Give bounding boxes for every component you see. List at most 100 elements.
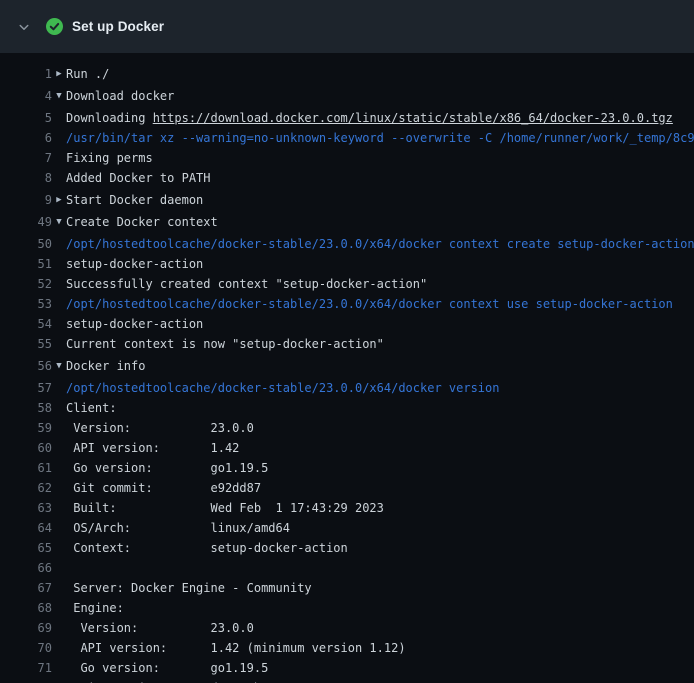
log-line: 5 Downloading https://download.docker.co…	[0, 108, 694, 128]
log-line: 66	[0, 558, 694, 578]
log-line: 67 Server: Docker Engine - Community	[0, 578, 694, 598]
line-number[interactable]: 50	[0, 234, 52, 254]
log-line: 50 /opt/hostedtoolcache/docker-stable/23…	[0, 234, 694, 254]
line-number[interactable]: 59	[0, 418, 52, 438]
log-line: 58 Client:	[0, 398, 694, 418]
line-number[interactable]: 69	[0, 618, 52, 638]
log-line: 8 Added Docker to PATH	[0, 168, 694, 188]
group-toggle-icon	[52, 638, 66, 658]
group-toggle-icon	[52, 274, 66, 294]
log-text: Create Docker context	[66, 212, 218, 232]
line-number[interactable]: 49	[0, 212, 52, 232]
group-toggle-icon	[52, 128, 66, 148]
chevron-down-icon[interactable]	[16, 19, 32, 35]
line-number[interactable]: 66	[0, 558, 52, 578]
group-toggle-icon	[52, 398, 66, 418]
log-line: 60 API version: 1.42	[0, 438, 694, 458]
log-text: OS/Arch: linux/amd64	[66, 518, 290, 538]
line-number[interactable]: 52	[0, 274, 52, 294]
log-text: Added Docker to PATH	[66, 168, 211, 188]
log-text: /opt/hostedtoolcache/docker-stable/23.0.…	[66, 294, 673, 314]
log-line: 65 Context: setup-docker-action	[0, 538, 694, 558]
group-toggle-icon	[52, 458, 66, 478]
line-number[interactable]: 63	[0, 498, 52, 518]
log-group-line[interactable]: 4 ▼ Download docker	[0, 86, 694, 106]
line-number[interactable]: 62	[0, 478, 52, 498]
group-toggle-icon	[52, 518, 66, 538]
log-text: Context: setup-docker-action	[66, 538, 348, 558]
log-text: /opt/hostedtoolcache/docker-stable/23.0.…	[66, 378, 499, 398]
group-toggle-icon	[52, 314, 66, 334]
log-line: 68 Engine:	[0, 598, 694, 618]
line-number[interactable]: 57	[0, 378, 52, 398]
log-text: Client:	[66, 398, 117, 418]
line-number[interactable]: 7	[0, 148, 52, 168]
group-toggle-icon	[52, 108, 66, 128]
log-text: API version: 1.42	[66, 438, 239, 458]
group-toggle-icon: ▼	[52, 356, 66, 376]
log-line: 61 Go version: go1.19.5	[0, 458, 694, 478]
log-text: setup-docker-action	[66, 254, 203, 274]
log-group-line[interactable]: 56 ▼ Docker info	[0, 356, 694, 376]
line-number[interactable]: 61	[0, 458, 52, 478]
group-toggle-icon	[52, 678, 66, 683]
log-line: 64 OS/Arch: linux/amd64	[0, 518, 694, 538]
log-text-prefix: Downloading	[66, 111, 153, 125]
log-text: Version: 23.0.0	[66, 418, 254, 438]
group-toggle-icon	[52, 168, 66, 188]
line-number[interactable]: 55	[0, 334, 52, 354]
group-toggle-icon	[52, 418, 66, 438]
log-group-line[interactable]: 9 ▶ Start Docker daemon	[0, 190, 694, 210]
log-text: Fixing perms	[66, 148, 153, 168]
group-toggle-icon	[52, 618, 66, 638]
line-number[interactable]: 56	[0, 356, 52, 376]
log-url-link[interactable]: https://download.docker.com/linux/static…	[153, 111, 673, 125]
line-number[interactable]: 5	[0, 108, 52, 128]
line-number[interactable]: 70	[0, 638, 52, 658]
line-number[interactable]: 54	[0, 314, 52, 334]
group-toggle-icon: ▼	[52, 212, 66, 232]
log-line: 63 Built: Wed Feb 1 17:43:29 2023	[0, 498, 694, 518]
group-toggle-icon	[52, 538, 66, 558]
line-number[interactable]: 60	[0, 438, 52, 458]
line-number[interactable]: 51	[0, 254, 52, 274]
log-line: 70 API version: 1.42 (minimum version 1.…	[0, 638, 694, 658]
group-toggle-icon	[52, 294, 66, 314]
log-text: Version: 23.0.0	[66, 618, 254, 638]
log-group-line[interactable]: 49 ▼ Create Docker context	[0, 212, 694, 232]
line-number[interactable]: 68	[0, 598, 52, 618]
group-toggle-icon	[52, 498, 66, 518]
log-group-line[interactable]: 1 ▶ Run ./	[0, 64, 694, 84]
log-text: API version: 1.42 (minimum version 1.12)	[66, 638, 406, 658]
log-text: Engine:	[66, 598, 124, 618]
line-number[interactable]: 58	[0, 398, 52, 418]
line-number[interactable]: 71	[0, 658, 52, 678]
group-toggle-icon	[52, 234, 66, 254]
log-text: Server: Docker Engine - Community	[66, 578, 312, 598]
line-number[interactable]: 4	[0, 86, 52, 106]
line-number[interactable]: 1	[0, 64, 52, 84]
log-text: Successfully created context "setup-dock…	[66, 274, 427, 294]
group-toggle-icon	[52, 598, 66, 618]
line-number[interactable]: 72	[0, 678, 52, 683]
line-number[interactable]: 65	[0, 538, 52, 558]
line-number[interactable]: 53	[0, 294, 52, 314]
line-number[interactable]: 9	[0, 190, 52, 210]
log-text: /opt/hostedtoolcache/docker-stable/23.0.…	[66, 234, 694, 254]
check-circle-icon	[46, 18, 63, 35]
log-text: Go version: go1.19.5	[66, 658, 268, 678]
line-number[interactable]: 8	[0, 168, 52, 188]
group-toggle-icon	[52, 254, 66, 274]
step-header[interactable]: Set up Docker	[0, 0, 694, 53]
log-text: Start Docker daemon	[66, 190, 203, 210]
group-toggle-icon: ▼	[52, 86, 66, 106]
line-number[interactable]: 64	[0, 518, 52, 538]
log-text: Current context is now "setup-docker-act…	[66, 334, 384, 354]
log-line: 62 Git commit: e92dd87	[0, 478, 694, 498]
line-number[interactable]: 67	[0, 578, 52, 598]
line-number[interactable]: 6	[0, 128, 52, 148]
log-line: 53 /opt/hostedtoolcache/docker-stable/23…	[0, 294, 694, 314]
log-text: Git commit: d7573ab	[66, 678, 261, 683]
log-text: /usr/bin/tar xz --warning=no-unknown-key…	[66, 128, 694, 148]
log-text: Git commit: e92dd87	[66, 478, 261, 498]
